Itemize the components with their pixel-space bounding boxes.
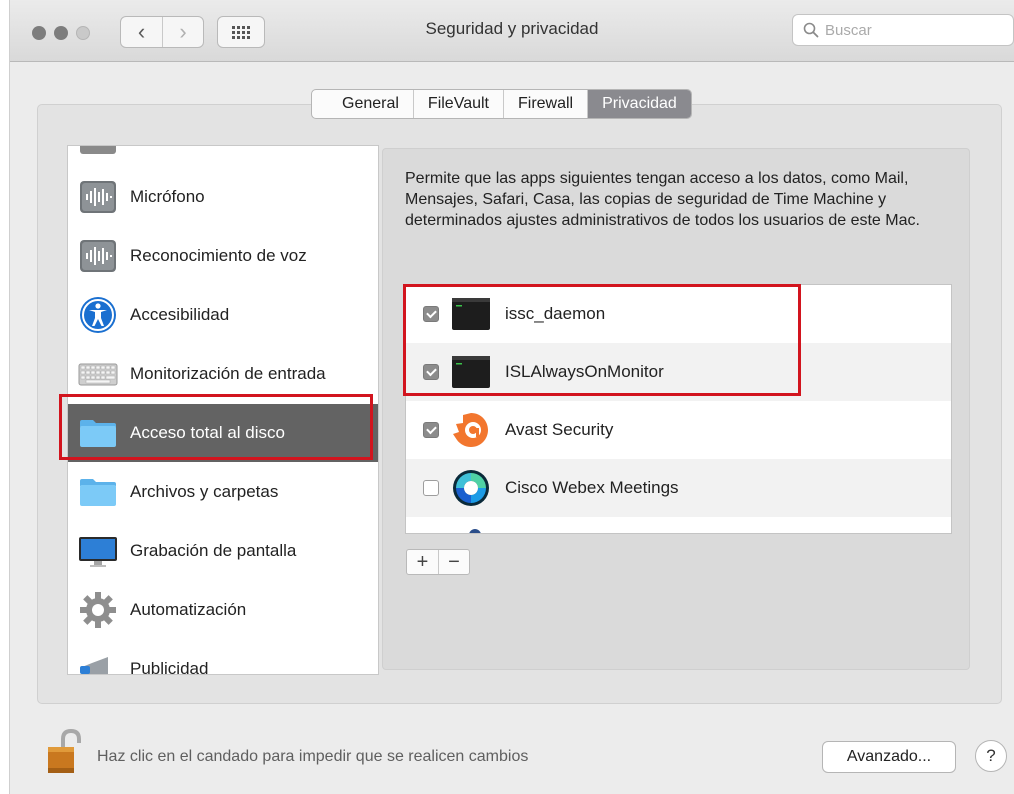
app-checkbox[interactable]	[423, 364, 439, 380]
category-publicidad[interactable]: Publicidad	[68, 640, 378, 675]
accessibility-icon	[80, 297, 116, 333]
preferences-window: ‹ › Seguridad y privacidad General FileV…	[9, 0, 1014, 794]
add-app-button[interactable]: +	[407, 550, 438, 574]
category-label: Archivos y carpetas	[130, 482, 279, 501]
app-row-cisco-webex-meetings[interactable]: Cisco Webex Meetings	[406, 459, 951, 517]
tab-firewall[interactable]: Firewall	[502, 90, 587, 118]
remove-app-button[interactable]: −	[438, 550, 469, 574]
app-row-issc-daemon[interactable]: issc_daemon	[406, 285, 951, 343]
app-row-avast-security[interactable]: Avast Security	[406, 401, 951, 459]
search-icon	[803, 22, 819, 38]
privacy-description: Permite que las apps siguientes tengan a…	[405, 170, 920, 229]
category-label: Reconocimiento de voz	[130, 246, 307, 265]
category-label: Publicidad	[130, 659, 209, 675]
display-icon	[79, 537, 117, 567]
app-name: Cisco Webex Meetings	[505, 478, 679, 497]
category-reconocimiento-de-voz[interactable]: Reconocimiento de voz	[68, 227, 378, 285]
app-checkbox[interactable]	[423, 306, 439, 322]
tab-filevault[interactable]: FileVault	[412, 90, 503, 118]
microphone-icon	[80, 181, 116, 213]
avast-icon	[453, 413, 488, 447]
keyboard-icon	[78, 363, 118, 386]
category-microfono[interactable]: Micrófono	[68, 168, 378, 226]
app-row-islalwaysonmonitor[interactable]: ISLAlwaysOnMonitor	[406, 343, 951, 401]
tab-bar: General FileVault Firewall Privacidad	[311, 89, 692, 119]
category-accesibilidad[interactable]: Accesibilidad	[68, 286, 378, 344]
megaphone-icon	[80, 657, 108, 674]
folder-icon	[80, 479, 116, 506]
terminal-icon	[452, 356, 490, 388]
category-label: Monitorización de entrada	[130, 364, 326, 383]
terminal-icon	[452, 298, 490, 330]
category-label: Automatización	[130, 600, 247, 619]
app-name: ISLAlwaysOnMonitor	[505, 362, 664, 381]
category-label: Grabación de pantalla	[130, 541, 297, 560]
partial-category-icon	[80, 146, 116, 154]
list-add-remove-control: + −	[406, 549, 470, 575]
category-automatizacion[interactable]: Automatización	[68, 581, 378, 639]
app-permission-list[interactable]: issc_daemon ISLAlwaysOnMonitor Avast Sec…	[405, 284, 952, 534]
search-input[interactable]	[825, 21, 995, 39]
webex-icon	[453, 470, 489, 506]
app-name: issc_daemon	[505, 304, 606, 323]
category-archivos-y-carpetas[interactable]: Archivos y carpetas	[68, 463, 378, 521]
app-checkbox[interactable]	[423, 422, 439, 438]
tab-privacidad[interactable]: Privacidad	[587, 90, 691, 118]
category-acceso-total-al-disco[interactable]: Acceso total al disco	[68, 404, 378, 462]
gear-icon	[80, 592, 116, 628]
category-label: Micrófono	[130, 187, 205, 206]
privacy-category-list[interactable]: Micrófono Reconocimiento de voz Accesibi…	[67, 145, 379, 675]
folder-icon	[80, 420, 116, 447]
app-name: Avast Security	[505, 420, 614, 439]
search-field[interactable]	[792, 14, 1014, 46]
category-label: Accesibilidad	[130, 305, 230, 324]
help-button[interactable]: ?	[975, 740, 1007, 772]
advanced-button[interactable]: Avanzado...	[822, 741, 956, 773]
lock-status-text: Haz clic en el candado para impedir que …	[97, 748, 529, 765]
app-checkbox[interactable]	[423, 480, 439, 496]
category-grabacion-de-pantalla[interactable]: Grabación de pantalla	[68, 522, 378, 580]
speech-recognition-icon	[80, 240, 116, 272]
category-label: Acceso total al disco	[130, 423, 285, 442]
lock-icon[interactable]	[45, 727, 85, 775]
title-bar: ‹ › Seguridad y privacidad	[10, 0, 1014, 62]
category-monitorizacion-de-entrada[interactable]: Monitorización de entrada	[68, 345, 378, 403]
partial-app-icon	[469, 529, 481, 533]
tab-general[interactable]: General	[312, 90, 413, 118]
